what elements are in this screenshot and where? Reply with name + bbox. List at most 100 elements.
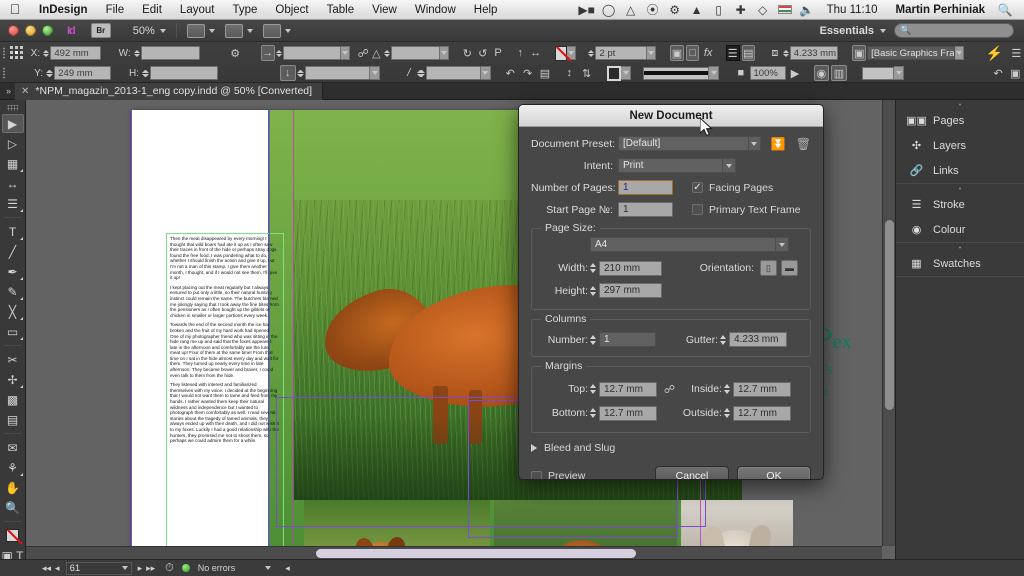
- bleed-and-slug-row[interactable]: Bleed and Slug: [531, 442, 811, 454]
- frame-view-control[interactable]: [225, 24, 253, 38]
- scissors-tool[interactable]: ✂: [2, 350, 24, 369]
- body-text-frame[interactable]: Then the meat disappeared by every morni…: [166, 233, 284, 559]
- vertical-scroll-thumb[interactable]: [885, 220, 894, 410]
- adobe-icon[interactable]: △: [620, 3, 642, 17]
- save-preset-icon[interactable]: ⏬: [771, 137, 786, 151]
- clear-overrides-icon[interactable]: ▣: [1008, 65, 1023, 81]
- object-style-field[interactable]: [Basic Graphics Frame]+: [867, 46, 955, 60]
- screen-recorder-icon[interactable]: ▶■: [576, 3, 598, 17]
- hungary-flag-icon[interactable]: [774, 3, 796, 17]
- margin-bottom-field[interactable]: 12.7 mm: [599, 406, 657, 421]
- antivirus-icon[interactable]: ⚙: [664, 3, 686, 17]
- document-preset-dropdown[interactable]: [749, 136, 761, 151]
- opacity-play-icon[interactable]: ▶: [787, 65, 802, 81]
- page-size-dropdown[interactable]: [776, 237, 789, 252]
- menu-item-object[interactable]: Object: [266, 0, 317, 20]
- link-chain-icon[interactable]: ☍: [663, 379, 676, 399]
- vertical-scrollbar[interactable]: [882, 100, 895, 546]
- preflight-icon[interactable]: ⏱: [165, 562, 174, 575]
- object-style-icon[interactable]: ▣: [852, 45, 866, 61]
- minimize-window-button[interactable]: [25, 25, 36, 36]
- width-stepper[interactable]: [588, 261, 597, 276]
- pencil-tool[interactable]: ✎: [2, 282, 24, 301]
- volume-icon[interactable]: 🔈: [796, 3, 818, 17]
- gradient-swatch-tool[interactable]: ▩: [2, 390, 24, 409]
- document-preset-field[interactable]: [Default]: [618, 136, 749, 151]
- shear-dropdown[interactable]: [440, 46, 449, 60]
- stroke-type-icon[interactable]: □: [686, 45, 700, 61]
- expand-dock-icon[interactable]: »: [0, 86, 15, 96]
- height-stepper[interactable]: [588, 283, 597, 298]
- stroke-swatch[interactable]: [607, 66, 621, 81]
- panel-menu-icon[interactable]: ☰: [1010, 45, 1023, 61]
- stroke-weight-stepper[interactable]: [588, 46, 594, 60]
- gutter-field[interactable]: 4.233 mm: [729, 332, 787, 347]
- constrain-proportions-icon[interactable]: ⚙: [228, 45, 241, 61]
- margin-top-stepper[interactable]: [588, 382, 597, 397]
- align-left-edges-icon[interactable]: ☰: [726, 45, 740, 61]
- stroke-style-dropdown[interactable]: [709, 66, 719, 80]
- cloud-icon[interactable]: ◯: [598, 3, 620, 17]
- page-size-field[interactable]: A4: [590, 237, 776, 252]
- control-panel-grip[interactable]: [0, 43, 7, 63]
- intent-dropdown[interactable]: [723, 158, 736, 173]
- shear-field[interactable]: [391, 46, 440, 60]
- panel-tab-layers[interactable]: ✣ Layers: [896, 133, 1024, 158]
- menu-item-view[interactable]: View: [363, 0, 406, 20]
- rectangle-tool[interactable]: ▭: [2, 322, 24, 341]
- ok-button[interactable]: OK: [737, 466, 811, 480]
- selection-tool[interactable]: ▶: [2, 114, 24, 133]
- margin-inside-stepper[interactable]: [722, 382, 731, 397]
- h-field[interactable]: [150, 66, 218, 80]
- horizontal-scrollbar[interactable]: [26, 546, 882, 559]
- zoom-level-dropdown[interactable]: 50%: [133, 25, 166, 37]
- menu-item-layout[interactable]: Layout: [171, 0, 224, 20]
- preview-checkbox[interactable]: Preview: [531, 470, 585, 480]
- panel-tab-swatches[interactable]: ▦ Swatches: [896, 251, 1024, 276]
- facing-pages-checkbox[interactable]: ✓ Facing Pages: [692, 182, 773, 194]
- margin-bottom-stepper[interactable]: [588, 406, 597, 421]
- move-icon[interactable]: ✚: [730, 3, 752, 17]
- first-page-icon[interactable]: ◂◂: [42, 563, 51, 574]
- rotate-stepper[interactable]: [276, 46, 282, 60]
- corner-radius-field[interactable]: 4.233 mm: [790, 46, 839, 60]
- close-window-button[interactable]: [8, 25, 19, 36]
- align-bottom-icon[interactable]: ↕: [562, 65, 577, 81]
- next-page-icon[interactable]: ▸: [138, 563, 143, 574]
- dock-group-grip-3[interactable]: [896, 243, 1024, 251]
- gradient-feather-tool[interactable]: ▤: [2, 410, 24, 429]
- user-name[interactable]: Martin Perhiniak: [887, 4, 994, 16]
- align-vertical-icon[interactable]: ▤: [742, 45, 756, 61]
- rotate-cw-icon[interactable]: ↺: [476, 45, 489, 61]
- start-page-field[interactable]: 1: [618, 202, 673, 217]
- w-field[interactable]: [141, 46, 201, 60]
- hand-tool[interactable]: ✋: [2, 478, 24, 497]
- clock[interactable]: Thu 11:10: [818, 4, 887, 16]
- scale-link-icon[interactable]: [388, 63, 400, 83]
- reference-point-selector[interactable]: [7, 43, 23, 63]
- width-field[interactable]: 210 mm: [599, 261, 662, 276]
- workspace-switcher[interactable]: Essentials: [820, 25, 874, 37]
- rectangle-frame-tool[interactable]: ╳: [2, 302, 24, 321]
- type-tool[interactable]: T: [2, 222, 24, 241]
- margin-inside-field[interactable]: 12.7 mm: [733, 382, 791, 397]
- tools-panel-grip[interactable]: [7, 105, 18, 111]
- effects-fx-icon[interactable]: fx: [701, 45, 714, 61]
- stroke-weight-dropdown[interactable]: [647, 46, 656, 60]
- opacity-field[interactable]: 100%: [750, 66, 787, 80]
- free-transform-tool[interactable]: ✢: [2, 370, 24, 389]
- wrap-undo-icon[interactable]: ↶: [990, 65, 1005, 81]
- google-drive-icon[interactable]: ▲: [686, 3, 708, 17]
- w-stepper[interactable]: [134, 46, 140, 60]
- scale-y-dropdown[interactable]: [370, 66, 380, 80]
- link-chain-icon[interactable]: ☍: [358, 43, 369, 63]
- stroke-style-preview[interactable]: [643, 67, 709, 80]
- scale-y-field[interactable]: [305, 66, 371, 80]
- distribute-vertical-icon[interactable]: ⇅: [579, 65, 594, 81]
- flip-icon-2[interactable]: ↷: [520, 65, 535, 81]
- help-search-input[interactable]: 🔍: [894, 23, 1014, 38]
- menu-item-indesign[interactable]: InDesign: [30, 0, 97, 20]
- opacity-icon[interactable]: ■: [733, 65, 748, 81]
- margin-outside-stepper[interactable]: [722, 406, 731, 421]
- landscape-orientation-icon[interactable]: ▬: [781, 260, 798, 276]
